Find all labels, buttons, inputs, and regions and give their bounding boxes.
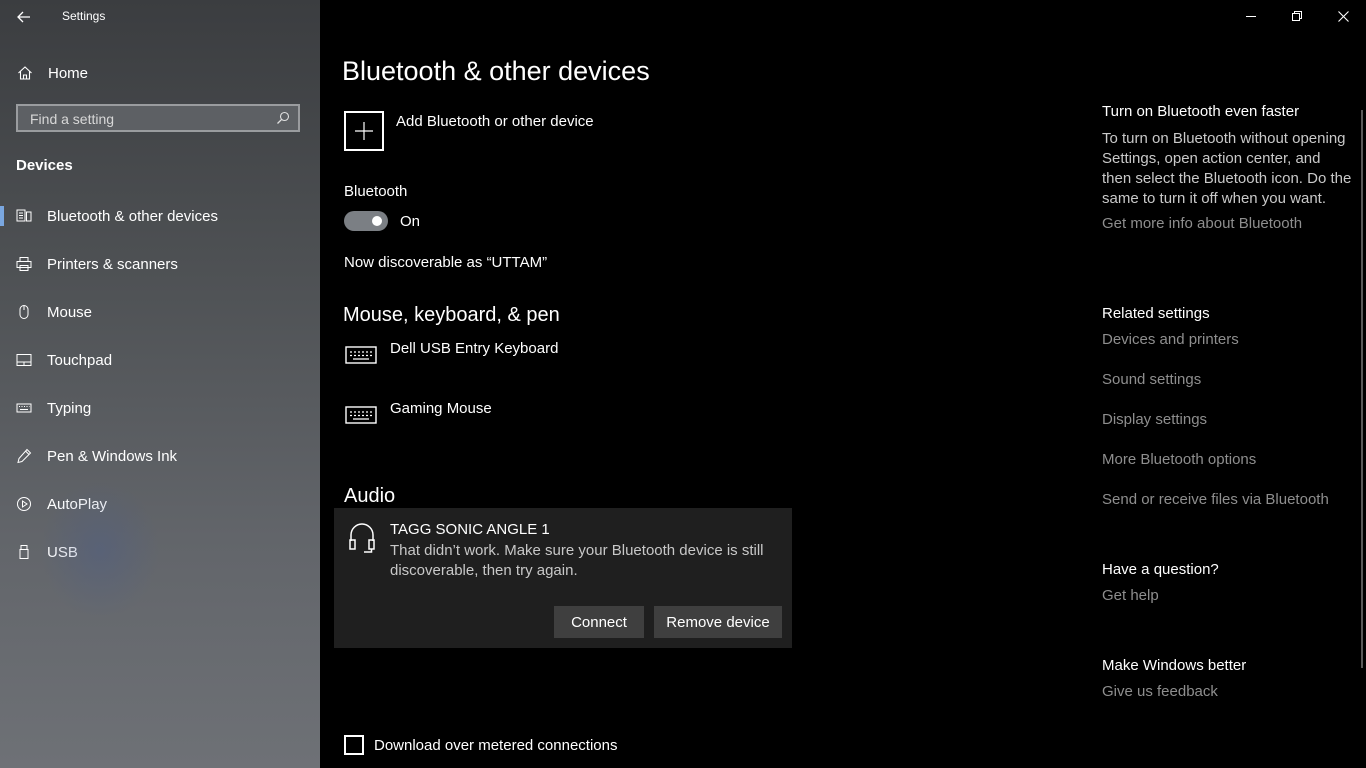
metered-connections-option[interactable]: Download over metered connections	[344, 735, 617, 755]
bluetooth-info-link[interactable]: Get more info about Bluetooth	[1102, 215, 1352, 232]
device-name: Gaming Mouse	[390, 400, 492, 417]
sidebar-item-mouse[interactable]: Mouse	[0, 288, 320, 336]
close-icon	[1337, 10, 1349, 22]
sidebar: Settings Home Devices Bluetooth & oth	[0, 0, 320, 768]
sidebar-item-touchpad[interactable]: Touchpad	[0, 336, 320, 384]
minimize-icon	[1246, 16, 1256, 17]
search-input[interactable]	[28, 109, 272, 129]
sidebar-item-typing[interactable]: Typing	[0, 384, 320, 432]
device-item-keyboard[interactable]: Dell USB Entry Keyboard	[344, 340, 558, 366]
make-windows-better-title: Make Windows better	[1102, 657, 1247, 674]
send-receive-files-link[interactable]: Send or receive files via Bluetooth	[1102, 490, 1352, 530]
sidebar-item-label: Mouse	[47, 303, 93, 321]
sidebar-item-label: Bluetooth & other devices	[47, 207, 218, 225]
main-content: Bluetooth & other devices Add Bluetooth …	[320, 0, 1366, 768]
usb-icon	[16, 544, 32, 560]
audio-device-name: TAGG SONIC ANGLE 1	[390, 521, 550, 538]
window-controls	[1228, 0, 1366, 32]
audio-device-error-message: That didn’t work. Make sure your Bluetoo…	[390, 542, 764, 579]
sidebar-nav: Bluetooth & other devices Printers & sca…	[0, 192, 320, 576]
connect-button[interactable]: Connect	[554, 606, 644, 638]
remove-device-button[interactable]: Remove device	[654, 606, 782, 638]
metered-checkbox[interactable]	[344, 735, 364, 755]
help-section: Have a question? Get help	[1102, 561, 1352, 604]
back-arrow-icon	[17, 11, 30, 23]
feedback-section: Make Windows better Give us feedback	[1102, 657, 1352, 700]
devices-and-printers-link[interactable]: Devices and printers	[1102, 330, 1352, 370]
section-title-devices: Devices	[16, 157, 73, 174]
metered-label: Download over metered connections	[374, 736, 618, 754]
page-title: Bluetooth & other devices	[342, 56, 650, 86]
bluetooth-toggle[interactable]	[344, 211, 388, 231]
sidebar-item-home[interactable]: Home	[0, 56, 320, 90]
sidebar-item-label: USB	[47, 543, 78, 561]
audio-device-card[interactable]: TAGG SONIC ANGLE 1 That didn’t work. Mak…	[334, 508, 792, 648]
sidebar-item-label: AutoPlay	[47, 495, 108, 513]
restore-icon	[1292, 11, 1302, 21]
sidebar-item-label: Touchpad	[47, 351, 113, 369]
sidebar-item-label: Typing	[47, 399, 92, 417]
faster-title: Turn on Bluetooth even faster	[1102, 103, 1300, 120]
plus-icon	[344, 111, 384, 151]
close-button[interactable]	[1320, 0, 1366, 32]
mouse-icon	[16, 304, 32, 320]
keyboard-icon	[345, 406, 377, 424]
add-device-button[interactable]: Add Bluetooth or other device	[344, 111, 594, 151]
home-icon	[16, 64, 34, 82]
sidebar-item-pen[interactable]: Pen & Windows Ink	[0, 432, 320, 480]
sound-settings-link[interactable]: Sound settings	[1102, 370, 1352, 410]
have-a-question-title: Have a question?	[1102, 561, 1219, 578]
keyboard-icon	[16, 400, 32, 416]
sidebar-item-autoplay[interactable]: AutoPlay	[0, 480, 320, 528]
sidebar-item-printers[interactable]: Printers & scanners	[0, 240, 320, 288]
display-settings-link[interactable]: Display settings	[1102, 410, 1352, 450]
back-button[interactable]	[8, 4, 40, 30]
faster-text: To turn on Bluetooth without opening Set…	[1102, 130, 1352, 207]
device-name: Dell USB Entry Keyboard	[390, 340, 559, 357]
sidebar-item-bluetooth[interactable]: Bluetooth & other devices	[0, 192, 320, 240]
bluetooth-label: Bluetooth	[344, 183, 408, 200]
device-item-gaming-mouse[interactable]: Gaming Mouse	[344, 400, 492, 426]
sidebar-item-label: Printers & scanners	[47, 255, 178, 273]
keyboard-icon	[345, 346, 377, 364]
sidebar-item-usb[interactable]: USB	[0, 528, 320, 576]
search-box[interactable]	[16, 104, 300, 132]
section-title-input-devices: Mouse, keyboard, & pen	[343, 304, 560, 326]
give-feedback-link[interactable]: Give us feedback	[1102, 683, 1352, 700]
more-bluetooth-options-link[interactable]: More Bluetooth options	[1102, 450, 1352, 490]
related-settings-title: Related settings	[1102, 305, 1210, 322]
pen-icon	[16, 448, 32, 464]
search-icon[interactable]	[276, 111, 290, 125]
minimize-button[interactable]	[1228, 0, 1274, 32]
autoplay-icon	[16, 496, 32, 512]
sidebar-item-label: Pen & Windows Ink	[47, 447, 178, 465]
section-title-audio: Audio	[344, 485, 396, 507]
printer-icon	[16, 256, 32, 272]
related-info-faster: Turn on Bluetooth even faster To turn on…	[1102, 103, 1352, 232]
headphones-icon	[349, 523, 375, 553]
discoverable-text: Now discoverable as “UTTAM”	[344, 254, 548, 271]
restore-button[interactable]	[1274, 0, 1320, 32]
home-label: Home	[48, 64, 89, 82]
get-help-link[interactable]: Get help	[1102, 587, 1352, 604]
scrollbar[interactable]	[1361, 110, 1363, 668]
bluetooth-devices-icon	[16, 208, 32, 224]
related-settings: Related settings Devices and printers So…	[1102, 305, 1352, 530]
app-title: Settings	[62, 9, 106, 23]
touchpad-icon	[16, 352, 32, 368]
toggle-knob	[372, 216, 382, 226]
bluetooth-toggle-state: On	[400, 213, 421, 230]
add-device-label: Add Bluetooth or other device	[396, 113, 594, 130]
